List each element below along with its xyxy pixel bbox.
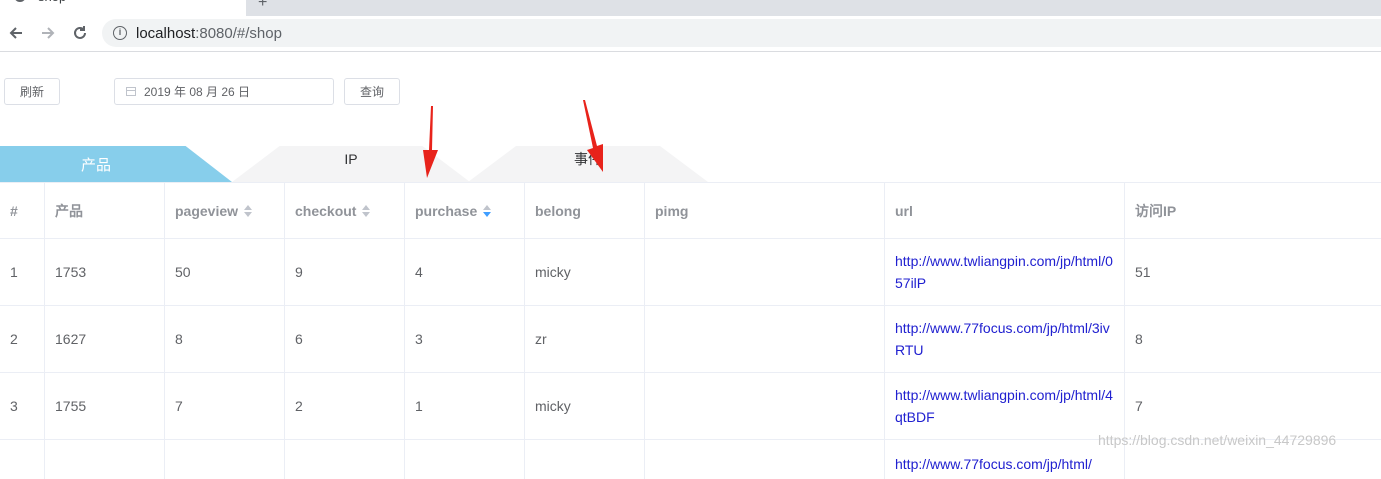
header-product-label: 产品 <box>55 202 83 219</box>
date-picker-input[interactable]: 2019 年 08 月 26 日 <box>114 78 334 105</box>
calendar-icon <box>126 87 136 96</box>
table-header-row: # 产品 pageview checkout purchase belong p… <box>0 183 1381 239</box>
cell-checkout: 9 <box>285 238 405 305</box>
sort-caret-active-icon[interactable] <box>483 204 492 217</box>
header-purchase-label: purchase <box>415 202 478 219</box>
url-path: :8080/#/shop <box>195 25 282 42</box>
date-value: 2019 年 08 月 26 日 <box>144 85 251 99</box>
cell-pageview <box>165 439 285 479</box>
cell-pimg <box>645 372 885 439</box>
cell-checkout: 6 <box>285 305 405 372</box>
table-row: 1 1753 50 9 4 micky http://www.twliangpi… <box>0 238 1381 306</box>
cell-url: http://www.twliangpin.com/jp/html/4qtBDF <box>885 372 1125 439</box>
header-index-label: # <box>10 202 18 219</box>
info-icon[interactable]: i <box>113 26 127 40</box>
cell-url: http://www.twliangpin.com/jp/html/057ilP <box>885 238 1125 305</box>
header-product: 产品 <box>45 183 165 238</box>
cell-pimg <box>645 238 885 305</box>
url-link[interactable]: http://www.77focus.com/jp/html/ <box>895 453 1115 475</box>
cell-pageview: 8 <box>165 305 285 372</box>
annotation-arrow-icon <box>583 100 603 172</box>
cell-index <box>0 439 45 479</box>
cell-pageview: 7 <box>165 372 285 439</box>
header-url-label: url <box>895 202 913 219</box>
annotation-arrow-icon <box>423 106 438 178</box>
header-index: # <box>0 183 45 238</box>
cell-belong: micky <box>525 238 645 305</box>
cell-product <box>45 439 165 479</box>
cell-belong: micky <box>525 372 645 439</box>
cell-visit-ip: 8 <box>1135 330 1143 347</box>
cell-visit-ip: 51 <box>1135 263 1151 280</box>
cell-visit-ip: 7 <box>1135 397 1143 414</box>
tab-ip-label: IP <box>344 151 358 167</box>
header-purchase[interactable]: purchase <box>405 183 525 238</box>
browser-tab[interactable]: shop <box>0 0 246 16</box>
cell-pimg <box>645 305 885 372</box>
watermark: https://blog.csdn.net/weixin_44729896 <box>1098 432 1337 448</box>
reload-button[interactable] <box>69 22 91 44</box>
url-link[interactable]: http://www.77focus.com/jp/html/3ivRTU <box>895 317 1115 361</box>
cell-pimg <box>645 439 885 479</box>
cell-purchase: 1 <box>405 372 525 439</box>
reload-icon <box>74 26 86 39</box>
url-host: localhost <box>136 25 196 42</box>
table-row: 2 1627 8 6 3 zr http://www.77focus.com/j… <box>0 305 1381 373</box>
browser-tabstrip: shop + <box>0 0 1381 16</box>
url-link[interactable]: http://www.twliangpin.com/jp/html/4qtBDF <box>895 384 1115 428</box>
forward-button[interactable] <box>37 22 59 44</box>
arrow-right-icon <box>42 27 55 39</box>
url-link[interactable]: http://www.twliangpin.com/jp/html/057ilP <box>895 250 1115 294</box>
cell-url: http://www.77focus.com/jp/html/3ivRTU <box>885 305 1125 372</box>
cell-product: 1753 <box>45 238 165 305</box>
new-tab-icon[interactable]: + <box>258 0 267 12</box>
sort-caret-icon[interactable] <box>244 204 253 217</box>
browser-navbar: i localhost:8080/#/shop <box>0 16 1381 52</box>
cell-belong: zr <box>525 305 645 372</box>
sort-caret-icon[interactable] <box>362 204 371 217</box>
cell-checkout: 2 <box>285 372 405 439</box>
header-belong-label: belong <box>535 202 581 219</box>
cell-pageview: 50 <box>165 238 285 305</box>
cell-index: 3 <box>0 372 45 439</box>
tab-product-label: 产品 <box>80 156 111 174</box>
cell-belong <box>525 439 645 479</box>
query-button[interactable]: 查询 <box>344 78 400 105</box>
url-text: localhost:8080/#/shop <box>136 25 282 42</box>
tab-product[interactable]: 产品 <box>0 146 232 182</box>
cell-index: 1 <box>0 238 45 305</box>
header-visit-ip: 访问IP <box>1125 183 1381 238</box>
header-pimg: pimg <box>645 183 885 238</box>
header-pageview[interactable]: pageview <box>165 183 285 238</box>
cell-purchase: 3 <box>405 305 525 372</box>
arrow-left-icon <box>9 27 22 39</box>
header-checkout-label: checkout <box>295 202 357 219</box>
header-pimg-label: pimg <box>655 202 689 219</box>
data-table: # 产品 pageview checkout purchase belong p… <box>0 182 1381 479</box>
table-row: 3 1755 7 2 1 micky http://www.twliangpin… <box>0 372 1381 440</box>
cell-checkout <box>285 439 405 479</box>
globe-icon <box>14 0 26 2</box>
browser-tab-title: shop <box>38 0 66 4</box>
header-checkout[interactable]: checkout <box>285 183 405 238</box>
header-url: url <box>885 183 1125 238</box>
cell-purchase: 4 <box>405 238 525 305</box>
refresh-button[interactable]: 刷新 <box>4 78 60 105</box>
address-bar[interactable]: i localhost:8080/#/shop <box>102 19 1381 47</box>
cell-purchase <box>405 439 525 479</box>
cell-product: 1755 <box>45 372 165 439</box>
cell-url: http://www.77focus.com/jp/html/ <box>885 439 1125 479</box>
cell-product: 1627 <box>45 305 165 372</box>
header-visit-ip-label: 访问IP <box>1135 202 1177 219</box>
header-belong: belong <box>525 183 645 238</box>
header-pageview-label: pageview <box>175 202 239 219</box>
back-button[interactable] <box>5 22 27 44</box>
cell-index: 2 <box>0 305 45 372</box>
